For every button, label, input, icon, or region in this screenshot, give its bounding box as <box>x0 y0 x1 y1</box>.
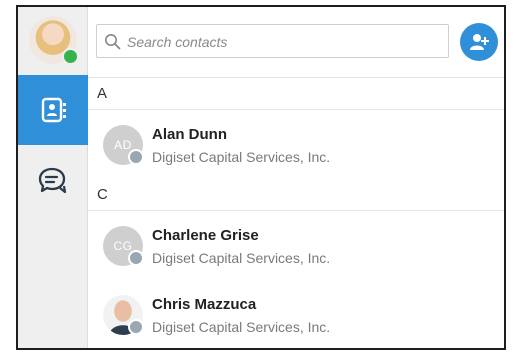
contact-company: Digiset Capital Services, Inc. <box>152 319 331 335</box>
section-header-a: A <box>88 78 504 110</box>
contact-row-charlene-grise[interactable]: CG Charlene Grise Digiset Capital Servic… <box>88 211 504 280</box>
avatar: CG <box>103 226 144 266</box>
contacts-window: A AD Alan Dunn Digiset Capital Services,… <box>16 5 506 350</box>
top-bar <box>88 7 504 78</box>
search-icon <box>105 34 121 50</box>
contact-name: Alan Dunn <box>152 126 227 143</box>
contacts-panel: A AD Alan Dunn Digiset Capital Services,… <box>88 7 504 348</box>
avatar <box>103 295 144 335</box>
offline-status-icon <box>128 250 144 266</box>
offline-status-icon <box>128 319 144 335</box>
contact-row-alan-dunn[interactable]: AD Alan Dunn Digiset Capital Services, I… <box>88 110 504 179</box>
contact-company: Digiset Capital Services, Inc. <box>152 250 331 266</box>
add-contact-button[interactable] <box>460 23 498 61</box>
contact-card-icon <box>41 97 66 123</box>
contact-name: Charlene Grise <box>152 227 259 244</box>
add-user-icon <box>470 34 489 50</box>
contact-row-chris-mazzuca[interactable]: Chris Mazzuca Digiset Capital Services, … <box>88 280 504 348</box>
contact-list: A AD Alan Dunn Digiset Capital Services,… <box>88 78 504 348</box>
user-avatar[interactable] <box>29 16 79 65</box>
nav-contacts-button[interactable] <box>18 75 88 145</box>
search-input[interactable] <box>125 25 447 59</box>
side-nav <box>18 7 88 348</box>
search-box[interactable] <box>96 24 449 59</box>
contact-name: Chris Mazzuca <box>152 296 257 313</box>
chat-bubbles-icon <box>38 167 67 194</box>
contact-company: Digiset Capital Services, Inc. <box>152 149 331 165</box>
offline-status-icon <box>128 149 144 165</box>
avatar: AD <box>103 125 144 165</box>
online-status-icon <box>62 48 79 65</box>
section-header-c: C <box>88 179 504 211</box>
nav-chat-button[interactable] <box>18 145 88 215</box>
